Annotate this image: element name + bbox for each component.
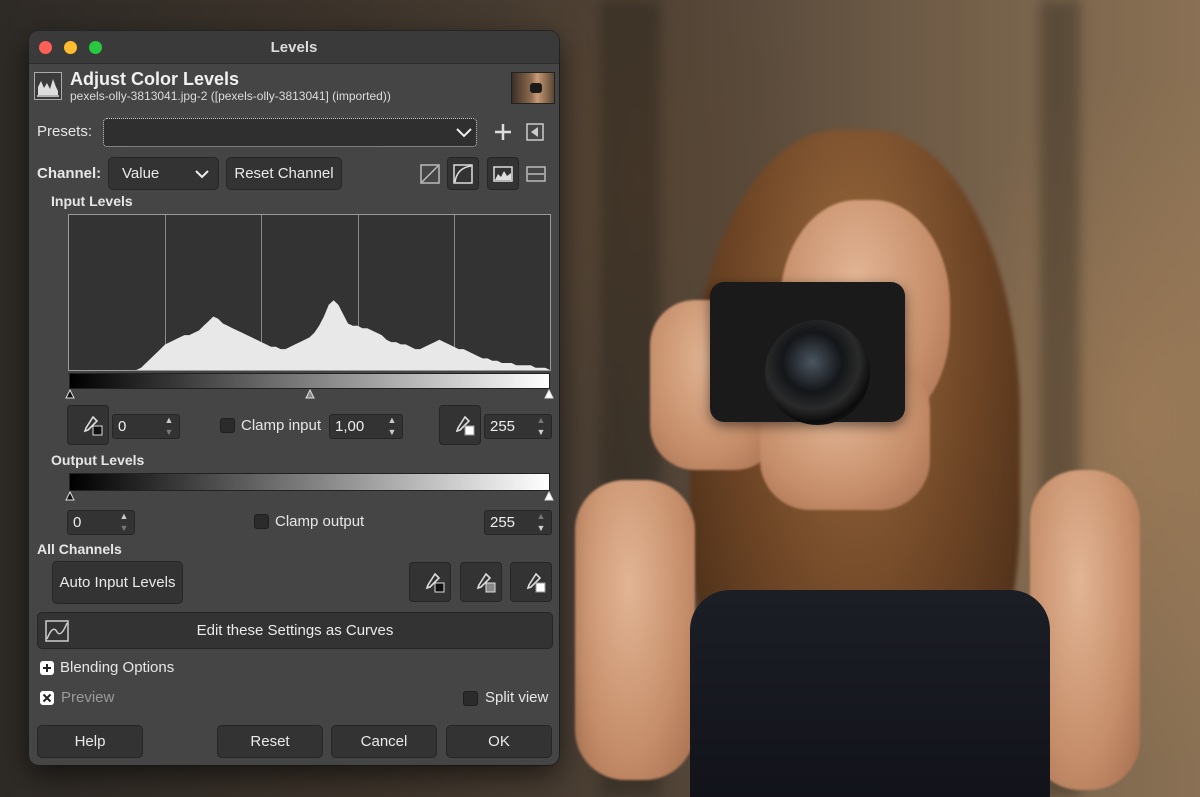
split-view-label: Split view — [485, 689, 549, 706]
input-histogram[interactable] — [68, 214, 551, 371]
spinner-up-icon[interactable]: ▲ — [382, 415, 402, 426]
input-levels-heading: Input Levels — [51, 193, 133, 209]
spinner-up-icon[interactable]: ▲ — [159, 415, 179, 426]
eyedropper-black-icon — [425, 572, 445, 593]
curves-button-label: Edit these Settings as Curves — [196, 622, 394, 639]
histogram-chart-icon — [493, 166, 513, 182]
input-high-value: 255 — [490, 418, 516, 435]
check-x-icon — [42, 693, 52, 703]
presets-label: Presets: — [37, 123, 93, 140]
output-high-spinner[interactable]: 255 ▲ ▼ — [484, 510, 552, 535]
input-gradient-bar[interactable] — [69, 373, 550, 389]
input-high-spinner[interactable]: 255 ▲ ▼ — [484, 414, 552, 439]
histogram-outline-icon[interactable] — [526, 164, 546, 184]
photo-camera-lens — [765, 320, 870, 425]
pick-white-point-button[interactable] — [439, 405, 481, 445]
input-low-spinner[interactable]: 0 ▲ ▼ — [112, 414, 180, 439]
output-levels-heading: Output Levels — [51, 452, 145, 468]
output-low-spinner[interactable]: 0 ▲ ▼ — [67, 510, 135, 535]
image-thumbnail — [511, 72, 555, 104]
output-low-value: 0 — [73, 514, 82, 531]
help-button[interactable]: Help — [37, 725, 143, 758]
edit-as-curves-button[interactable]: Edit these Settings as Curves — [37, 612, 553, 649]
spinner-down-icon[interactable]: ▼ — [114, 523, 134, 534]
spinner-up-icon[interactable]: ▲ — [531, 511, 551, 522]
expand-plus-icon[interactable] — [40, 661, 54, 675]
preview-label: Preview — [61, 689, 115, 706]
channel-value: Value — [122, 165, 160, 182]
plus-icon[interactable] — [494, 123, 512, 141]
chevron-down-icon — [195, 170, 209, 179]
photo-dress — [690, 590, 1050, 797]
spinner-down-icon[interactable]: ▼ — [531, 427, 551, 438]
clamp-input-checkbox[interactable] — [220, 418, 235, 433]
auto-input-levels-button[interactable]: Auto Input Levels — [52, 561, 183, 604]
levels-histogram-icon — [34, 72, 62, 100]
output-black-handle[interactable] — [65, 491, 75, 501]
ok-button[interactable]: OK — [446, 725, 552, 758]
clamp-input-label: Clamp input — [241, 417, 322, 434]
output-high-value: 255 — [490, 514, 516, 531]
log-histogram-button[interactable] — [447, 157, 479, 190]
window-title: Levels — [270, 39, 318, 56]
all-channels-heading: All Channels — [37, 541, 122, 557]
pick-gray-all-button[interactable] — [460, 562, 502, 602]
output-gradient-bar[interactable] — [69, 473, 550, 491]
output-white-handle[interactable] — [544, 491, 554, 501]
histogram-mode-button[interactable] — [487, 157, 519, 190]
input-gamma-value: 1,00 — [335, 418, 365, 435]
title-bar: Levels — [29, 31, 559, 64]
eyedropper-black-icon — [83, 415, 103, 436]
pick-black-point-button[interactable] — [67, 405, 109, 445]
clamp-output-label: Clamp output — [275, 513, 365, 530]
log-histogram-icon — [453, 164, 473, 184]
photo-arm — [575, 480, 695, 780]
preview-checkbox[interactable] — [40, 691, 54, 705]
reset-channel-button[interactable]: Reset Channel — [226, 157, 342, 190]
eyedropper-white-icon — [526, 572, 546, 593]
presets-combo[interactable] — [103, 118, 477, 147]
spinner-down-icon[interactable]: ▼ — [159, 427, 179, 438]
pick-black-all-button[interactable] — [409, 562, 451, 602]
cancel-button[interactable]: Cancel — [331, 725, 437, 758]
spinner-down-icon[interactable]: ▼ — [382, 427, 402, 438]
channel-combo[interactable]: Value — [108, 157, 219, 190]
spinner-down-icon[interactable]: ▼ — [531, 523, 551, 534]
eyedropper-gray-icon — [476, 572, 496, 593]
blending-options-expander[interactable]: Blending Options — [60, 659, 174, 676]
histogram-chart — [69, 215, 550, 370]
image-subtitle: pexels-olly-3813041.jpg-2 ([pexels-olly-… — [70, 89, 391, 103]
reset-button[interactable]: Reset — [217, 725, 323, 758]
dialog-heading: Adjust Color Levels — [70, 69, 240, 89]
spinner-up-icon[interactable]: ▲ — [114, 511, 134, 522]
chevron-down-icon — [456, 128, 472, 138]
levels-dialog: Levels Adjust Color Levels pexels-olly-3… — [29, 31, 559, 765]
histogram-area — [69, 300, 550, 370]
input-gamma-spinner[interactable]: 1,00 ▲ ▼ — [329, 414, 403, 439]
input-low-value: 0 — [118, 418, 127, 435]
linear-histogram-icon[interactable] — [420, 164, 440, 184]
clamp-output-checkbox[interactable] — [254, 514, 269, 529]
input-gamma-handle[interactable] — [305, 389, 315, 399]
channel-label: Channel: — [37, 165, 102, 182]
menu-triangle-icon[interactable] — [526, 123, 544, 141]
split-view-checkbox[interactable] — [463, 691, 478, 706]
curves-icon — [45, 620, 69, 642]
input-black-point-handle[interactable] — [65, 389, 75, 399]
eyedropper-white-icon — [455, 415, 475, 436]
input-white-point-handle[interactable] — [544, 389, 554, 399]
spinner-up-icon[interactable]: ▲ — [531, 415, 551, 426]
pick-white-all-button[interactable] — [510, 562, 552, 602]
